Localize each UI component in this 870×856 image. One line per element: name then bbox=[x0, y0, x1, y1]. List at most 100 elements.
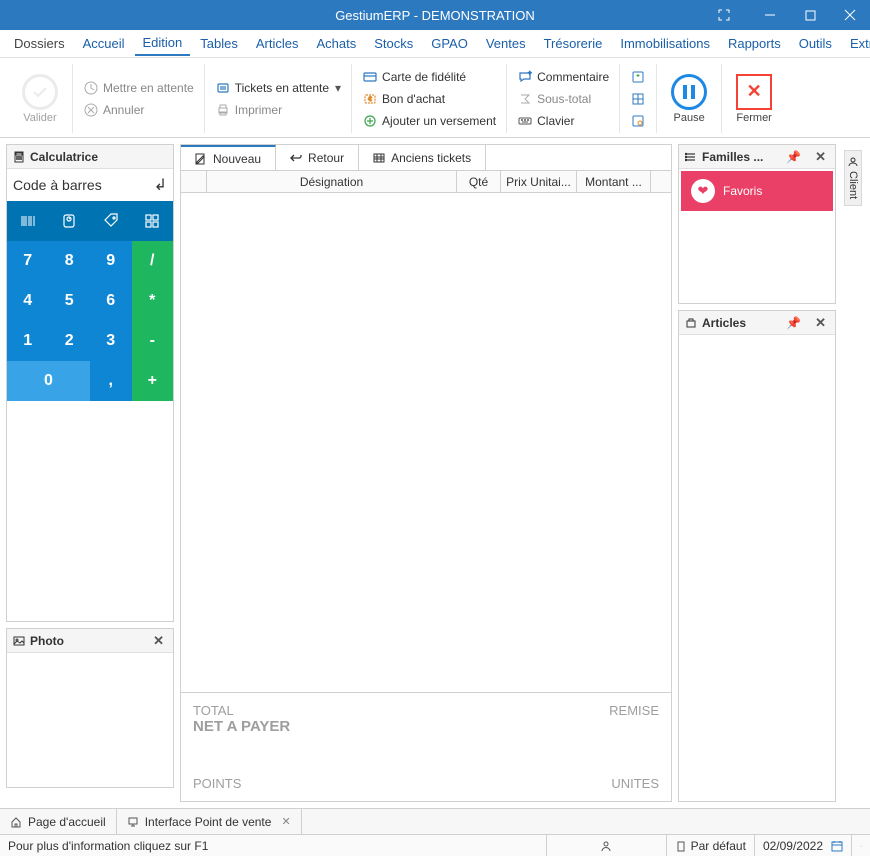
articles-close-button[interactable]: ✕ bbox=[812, 315, 829, 331]
tickets-en-attente-button[interactable]: Tickets en attente ▾ bbox=[213, 79, 343, 97]
calc-key-/[interactable]: / bbox=[132, 241, 174, 281]
calc-key-4[interactable]: 4 bbox=[7, 281, 49, 321]
fermer-button[interactable]: ✕ Fermer bbox=[730, 72, 778, 126]
annuler-button[interactable]: Annuler bbox=[81, 101, 196, 119]
calc-key-5[interactable]: 5 bbox=[49, 281, 91, 321]
familles-panel: Familles ... 📌 ✕ ❤ Favoris bbox=[678, 144, 836, 304]
carte-fidelite-button[interactable]: Carte de fidélité bbox=[360, 68, 498, 86]
extra-3-button[interactable] bbox=[628, 112, 648, 130]
favoris-item[interactable]: ❤ Favoris bbox=[681, 171, 833, 211]
menu-stocks[interactable]: Stocks bbox=[366, 32, 421, 55]
menu-trésorerie[interactable]: Trésorerie bbox=[536, 32, 611, 55]
chevron-down-icon: ▾ bbox=[335, 81, 341, 95]
photo-icon bbox=[13, 635, 25, 647]
photo-close-button[interactable]: ✕ bbox=[150, 633, 167, 649]
calc-key-7[interactable]: 7 bbox=[7, 241, 49, 281]
sous-total-button[interactable]: Sous-total bbox=[515, 90, 611, 108]
bottom-tabs: Page d'accueil Interface Point de vente … bbox=[0, 808, 870, 834]
col-header-2[interactable]: Qté bbox=[457, 171, 501, 192]
maximize-button[interactable] bbox=[790, 0, 830, 30]
calc-key-grid[interactable] bbox=[132, 201, 174, 241]
calc-key-0[interactable]: 0 bbox=[7, 361, 90, 401]
familles-title: Familles ... bbox=[702, 150, 763, 164]
imprimer-button[interactable]: Imprimer bbox=[213, 101, 343, 119]
calc-key-barcode[interactable] bbox=[7, 201, 49, 241]
home-icon bbox=[10, 816, 22, 828]
card-icon bbox=[362, 69, 378, 85]
mettre-en-attente-button[interactable]: Mettre en attente bbox=[81, 79, 196, 97]
tab-retour[interactable]: Retour bbox=[276, 145, 359, 170]
articles-pin-button[interactable]: 📌 bbox=[784, 316, 803, 330]
fullscreen-icon[interactable] bbox=[704, 0, 744, 30]
status-par-defaut[interactable]: Par défaut bbox=[667, 835, 755, 856]
status-user[interactable] bbox=[547, 835, 667, 856]
calc-key-3[interactable]: 3 bbox=[90, 321, 132, 361]
statusbar: Pour plus d'information cliquez sur F1 P… bbox=[0, 834, 870, 856]
calc-key-tag[interactable] bbox=[90, 201, 132, 241]
menu-dossiers[interactable]: Dossiers bbox=[6, 32, 73, 55]
calc-key-*[interactable]: * bbox=[132, 281, 174, 321]
clavier-button[interactable]: Clavier bbox=[515, 112, 611, 130]
enter-icon[interactable]: ↲ bbox=[154, 175, 167, 195]
calc-key-,[interactable]: , bbox=[90, 361, 132, 401]
tab-close-button[interactable]: ✕ bbox=[281, 815, 290, 828]
bon-achat-button[interactable]: € Bon d'achat bbox=[360, 90, 498, 108]
close-icon: ✕ bbox=[747, 81, 762, 102]
menu-edition[interactable]: Edition bbox=[135, 31, 191, 56]
ticket-icon bbox=[215, 80, 231, 96]
tab-interface-pdv[interactable]: Interface Point de vente ✕ bbox=[117, 809, 302, 834]
scale-icon bbox=[60, 212, 78, 230]
status-resize[interactable] bbox=[852, 835, 870, 856]
articles-panel: Articles 📌 ✕ bbox=[678, 310, 836, 802]
minimize-button[interactable] bbox=[750, 0, 790, 30]
plus-icon bbox=[630, 69, 646, 85]
menu-outils[interactable]: Outils bbox=[791, 32, 840, 55]
status-date[interactable]: 02/09/2022 bbox=[755, 835, 852, 856]
photo-title: Photo bbox=[30, 634, 64, 648]
tab-nouveau[interactable]: Nouveau bbox=[181, 145, 276, 170]
menu-extra[interactable]: Extra bbox=[842, 32, 870, 55]
client-side-tab[interactable]: Client bbox=[844, 150, 862, 206]
points-label: POINTS bbox=[193, 776, 241, 791]
menubar: DossiersAccueilEditionTablesArticlesAcha… bbox=[0, 30, 870, 58]
menu-articles[interactable]: Articles bbox=[248, 32, 307, 55]
ajouter-versement-button[interactable]: Ajouter un versement bbox=[360, 112, 498, 130]
calc-key-8[interactable]: 8 bbox=[49, 241, 91, 281]
commentaire-button[interactable]: + Commentaire bbox=[515, 68, 611, 86]
calc-key-6[interactable]: 6 bbox=[90, 281, 132, 321]
heart-icon: ❤ bbox=[691, 179, 715, 203]
familles-close-button[interactable]: ✕ bbox=[812, 149, 829, 165]
familles-pin-button[interactable]: 📌 bbox=[784, 150, 803, 164]
sum-icon bbox=[517, 91, 533, 107]
pause-button[interactable]: Pause bbox=[665, 72, 713, 126]
col-header-4[interactable]: Montant ... bbox=[577, 171, 651, 192]
valider-button[interactable]: Valider bbox=[16, 72, 64, 126]
return-icon bbox=[290, 152, 302, 164]
menu-accueil[interactable]: Accueil bbox=[75, 32, 133, 55]
menu-tables[interactable]: Tables bbox=[192, 32, 246, 55]
close-button[interactable] bbox=[830, 0, 870, 30]
extra-2-button[interactable] bbox=[628, 90, 648, 108]
menu-ventes[interactable]: Ventes bbox=[478, 32, 534, 55]
col-header-5[interactable] bbox=[651, 171, 671, 192]
tab-page-accueil[interactable]: Page d'accueil bbox=[0, 809, 117, 834]
menu-achats[interactable]: Achats bbox=[308, 32, 364, 55]
calc-key-scale[interactable] bbox=[49, 201, 91, 241]
extra-1-button[interactable] bbox=[628, 68, 648, 86]
menu-gpao[interactable]: GPAO bbox=[423, 32, 476, 55]
calc-key-9[interactable]: 9 bbox=[90, 241, 132, 281]
calc-key-1[interactable]: 1 bbox=[7, 321, 49, 361]
net-label: NET A PAYER bbox=[193, 718, 290, 735]
menu-immobilisations[interactable]: Immobilisations bbox=[612, 32, 718, 55]
calc-key--[interactable]: - bbox=[132, 321, 174, 361]
tab-anciens[interactable]: Anciens tickets bbox=[359, 145, 486, 170]
ticket-tabs: Nouveau Retour Anciens tickets bbox=[180, 144, 672, 170]
grid-body[interactable] bbox=[181, 193, 671, 692]
calc-key-+[interactable]: + bbox=[132, 361, 174, 401]
calc-key-2[interactable]: 2 bbox=[49, 321, 91, 361]
menu-rapports[interactable]: Rapports bbox=[720, 32, 789, 55]
col-header-3[interactable]: Prix Unitai... bbox=[501, 171, 577, 192]
col-header-0[interactable] bbox=[181, 171, 207, 192]
titlebar: GestiumERP - DEMONSTRATION bbox=[0, 0, 870, 30]
col-header-1[interactable]: Désignation bbox=[207, 171, 457, 192]
